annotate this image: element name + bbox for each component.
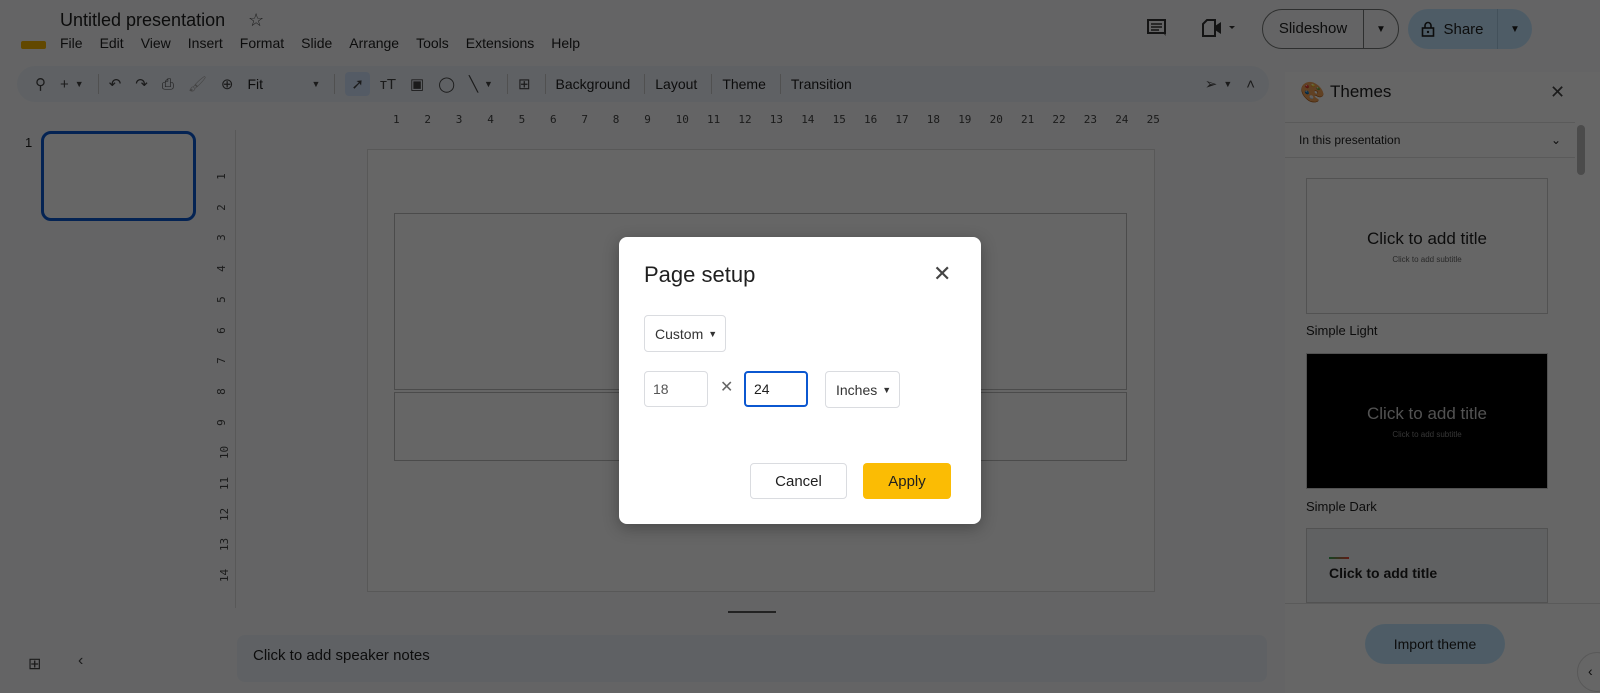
preset-value: Custom bbox=[655, 325, 704, 342]
dialog-title: Page setup bbox=[644, 262, 756, 287]
width-input[interactable] bbox=[644, 371, 708, 407]
cancel-button[interactable]: Cancel bbox=[750, 463, 847, 499]
close-icon[interactable]: ✕ bbox=[933, 261, 951, 287]
apply-button[interactable]: Apply bbox=[863, 463, 951, 499]
units-select[interactable]: Inches ▼ bbox=[825, 371, 900, 408]
height-input[interactable] bbox=[744, 371, 808, 407]
caret-down-icon: ▼ bbox=[708, 328, 718, 339]
page-setup-dialog: Page setup ✕ Custom ▼ ✕ Inches ▼ Cancel Ap… bbox=[619, 237, 981, 524]
times-icon: ✕ bbox=[720, 379, 734, 396]
caret-down-icon: ▼ bbox=[882, 384, 892, 395]
units-value: Inches bbox=[836, 381, 878, 398]
preset-select[interactable]: Custom ▼ bbox=[644, 315, 726, 352]
